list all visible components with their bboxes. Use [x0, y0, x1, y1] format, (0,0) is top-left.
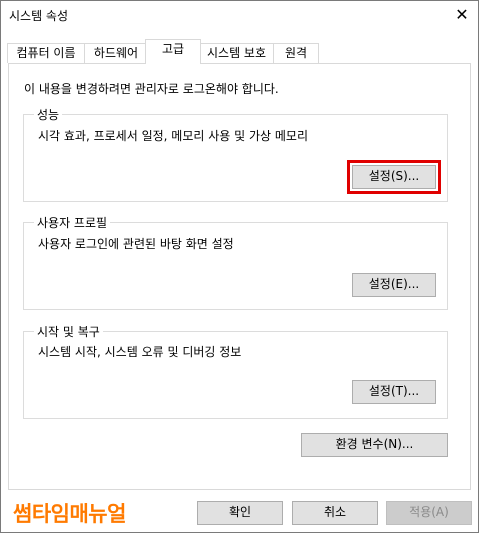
ok-button[interactable]: 확인 — [197, 501, 283, 525]
performance-desc: 시각 효과, 프로세서 일정, 메모리 사용 및 가상 메모리 — [38, 129, 308, 143]
user-profile-settings-button[interactable]: 설정(E)... — [352, 273, 436, 297]
startup-recovery-desc: 시스템 시작, 시스템 오류 및 디버깅 정보 — [38, 345, 242, 359]
tab-remote[interactable]: 원격 — [273, 43, 319, 63]
user-profile-title: 사용자 프로필 — [34, 214, 111, 231]
watermark-logo: 썸타임매뉴얼 — [13, 502, 126, 526]
system-properties-window: 시스템 속성 ✕ 컴퓨터 이름 하드웨어 고급 시스템 보호 원격 이 내용을 … — [0, 0, 479, 533]
tab-bar: 컴퓨터 이름 하드웨어 고급 시스템 보호 원격 — [7, 39, 471, 64]
apply-button: 적용(A) — [386, 501, 472, 525]
user-profile-desc: 사용자 로그인에 관련된 바탕 화면 설정 — [38, 237, 234, 251]
startup-recovery-settings-button[interactable]: 설정(T)... — [352, 380, 436, 404]
tab-computer-name[interactable]: 컴퓨터 이름 — [7, 43, 85, 63]
tab-system-protection[interactable]: 시스템 보호 — [198, 43, 275, 63]
startup-recovery-group: 시작 및 복구 시스템 시작, 시스템 오류 및 디버깅 정보 — [23, 323, 448, 419]
cancel-button[interactable]: 취소 — [292, 501, 378, 525]
tab-hardware[interactable]: 하드웨어 — [84, 43, 148, 63]
admin-notice: 이 내용을 변경하려면 관리자로 로그온해야 합니다. — [24, 82, 279, 96]
performance-title: 성능 — [34, 106, 63, 123]
tab-advanced[interactable]: 고급 — [145, 39, 201, 64]
environment-variables-button[interactable]: 환경 변수(N)... — [301, 433, 448, 457]
performance-settings-button[interactable]: 설정(S)... — [347, 160, 441, 194]
close-icon[interactable]: ✕ — [452, 5, 472, 25]
title-bar[interactable]: 시스템 속성 ✕ — [1, 1, 478, 31]
window-title: 시스템 속성 — [9, 9, 69, 23]
startup-recovery-title: 시작 및 복구 — [34, 323, 103, 340]
